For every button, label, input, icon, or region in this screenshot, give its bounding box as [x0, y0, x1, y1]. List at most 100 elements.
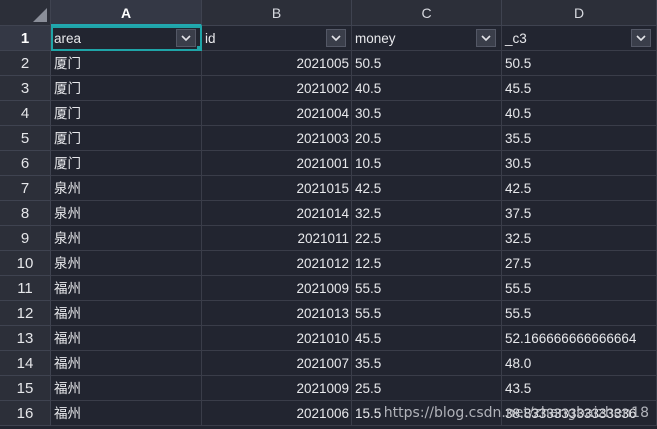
cell-area[interactable]: 厦门 — [51, 101, 202, 126]
cell-money[interactable]: 25.5 — [352, 376, 502, 401]
cell-id[interactable]: 2021014 — [202, 201, 352, 226]
header-cell-id[interactable]: id — [202, 26, 352, 51]
cell-c3[interactable]: 37.5 — [502, 201, 657, 226]
column-header-a[interactable]: A — [51, 0, 202, 26]
row-header[interactable]: 6 — [0, 151, 51, 176]
column-header-c[interactable]: C — [352, 0, 502, 26]
cell-c3[interactable]: 35.5 — [502, 126, 657, 151]
cell-area[interactable]: 泉州 — [51, 251, 202, 276]
row-header[interactable]: 10 — [0, 251, 51, 276]
cell-id[interactable]: 2021006 — [202, 401, 352, 426]
row-header[interactable]: 13 — [0, 326, 51, 351]
cell-c3[interactable]: 48.0 — [502, 351, 657, 376]
cell-area[interactable]: 福州 — [51, 401, 202, 426]
header-cell-area[interactable]: area — [51, 26, 202, 51]
table-row: 16 福州 2021006 15.5 38.833333333333336 — [0, 401, 657, 426]
cell-id[interactable]: 2021010 — [202, 326, 352, 351]
cell-c3[interactable]: 52.166666666666664 — [502, 326, 657, 351]
cell-c3[interactable]: 50.5 — [502, 51, 657, 76]
table-row: 8 泉州 2021014 32.5 37.5 — [0, 201, 657, 226]
cell-id[interactable]: 2021009 — [202, 376, 352, 401]
row-header[interactable]: 7 — [0, 176, 51, 201]
cell-area[interactable]: 厦门 — [51, 76, 202, 101]
cell-money[interactable]: 55.5 — [352, 301, 502, 326]
cell-c3[interactable]: 42.5 — [502, 176, 657, 201]
cell-area[interactable]: 厦门 — [51, 126, 202, 151]
row-header[interactable]: 16 — [0, 401, 51, 426]
cell-area[interactable]: 厦门 — [51, 51, 202, 76]
cell-area[interactable]: 福州 — [51, 326, 202, 351]
cell-id[interactable]: 2021012 — [202, 251, 352, 276]
cell-money[interactable]: 42.5 — [352, 176, 502, 201]
cell-id[interactable]: 2021002 — [202, 76, 352, 101]
row-header[interactable]: 15 — [0, 376, 51, 401]
cell-id[interactable]: 2021015 — [202, 176, 352, 201]
row-header[interactable]: 3 — [0, 76, 51, 101]
cell-money[interactable]: 32.5 — [352, 201, 502, 226]
cell-c3[interactable]: 40.5 — [502, 101, 657, 126]
filter-dropdown-button[interactable] — [631, 29, 651, 47]
cell-area[interactable]: 福州 — [51, 301, 202, 326]
cell-c3[interactable]: 30.5 — [502, 151, 657, 176]
filter-dropdown-button[interactable] — [176, 29, 196, 47]
column-header-b[interactable]: B — [202, 0, 352, 26]
table-row: 3 厦门 2021002 40.5 45.5 — [0, 76, 657, 101]
cell-id[interactable]: 2021007 — [202, 351, 352, 376]
row-header[interactable]: 12 — [0, 301, 51, 326]
row-header[interactable]: 5 — [0, 126, 51, 151]
table-row: 15 福州 2021009 25.5 43.5 — [0, 376, 657, 401]
row-header[interactable]: 2 — [0, 51, 51, 76]
row-header[interactable]: 4 — [0, 101, 51, 126]
cell-c3[interactable]: 38.833333333333336 — [502, 401, 657, 426]
cell-money[interactable]: 30.5 — [352, 101, 502, 126]
select-all-corner[interactable] — [0, 0, 51, 26]
cell-money[interactable]: 20.5 — [352, 126, 502, 151]
filter-dropdown-button[interactable] — [326, 29, 346, 47]
cell-area[interactable]: 福州 — [51, 276, 202, 301]
cell-area[interactable]: 福州 — [51, 376, 202, 401]
cell-money[interactable]: 55.5 — [352, 276, 502, 301]
cell-c3[interactable]: 27.5 — [502, 251, 657, 276]
table-row: 1 area id money _c3 — [0, 26, 657, 51]
cell-money[interactable]: 15.5 — [352, 401, 502, 426]
column-header-d[interactable]: D — [502, 0, 657, 26]
cell-area[interactable]: 福州 — [51, 351, 202, 376]
cell-id[interactable]: 2021009 — [202, 276, 352, 301]
table-row: 4 厦门 2021004 30.5 40.5 — [0, 101, 657, 126]
cell-id[interactable]: 2021004 — [202, 101, 352, 126]
cell-area[interactable]: 泉州 — [51, 226, 202, 251]
cell-id[interactable]: 2021013 — [202, 301, 352, 326]
header-cell-money[interactable]: money — [352, 26, 502, 51]
cell-id[interactable]: 2021011 — [202, 226, 352, 251]
table-row: 2 厦门 2021005 50.5 50.5 — [0, 51, 657, 76]
cell-money[interactable]: 50.5 — [352, 51, 502, 76]
cell-money[interactable]: 45.5 — [352, 326, 502, 351]
row-header[interactable]: 14 — [0, 351, 51, 376]
spreadsheet: A B C D 1 area id money _c3 2 厦门 2021005… — [0, 0, 657, 429]
cell-money[interactable]: 40.5 — [352, 76, 502, 101]
select-all-triangle-icon — [33, 8, 47, 22]
cell-money[interactable]: 35.5 — [352, 351, 502, 376]
cell-c3[interactable]: 32.5 — [502, 226, 657, 251]
cell-c3[interactable]: 55.5 — [502, 301, 657, 326]
cell-id[interactable]: 2021003 — [202, 126, 352, 151]
cell-area[interactable]: 泉州 — [51, 201, 202, 226]
table-row: 6 厦门 2021001 10.5 30.5 — [0, 151, 657, 176]
row-header[interactable]: 1 — [0, 26, 51, 51]
cell-area[interactable]: 厦门 — [51, 151, 202, 176]
cell-area[interactable]: 泉州 — [51, 176, 202, 201]
cell-money[interactable]: 10.5 — [352, 151, 502, 176]
header-cell-c3[interactable]: _c3 — [502, 26, 657, 51]
cell-id[interactable]: 2021001 — [202, 151, 352, 176]
row-header[interactable]: 11 — [0, 276, 51, 301]
filter-dropdown-button[interactable] — [476, 29, 496, 47]
cell-c3[interactable]: 43.5 — [502, 376, 657, 401]
cell-id[interactable]: 2021005 — [202, 51, 352, 76]
row-header[interactable]: 9 — [0, 226, 51, 251]
table-row: 7 泉州 2021015 42.5 42.5 — [0, 176, 657, 201]
cell-c3[interactable]: 55.5 — [502, 276, 657, 301]
row-header[interactable]: 8 — [0, 201, 51, 226]
cell-c3[interactable]: 45.5 — [502, 76, 657, 101]
cell-money[interactable]: 12.5 — [352, 251, 502, 276]
cell-money[interactable]: 22.5 — [352, 226, 502, 251]
